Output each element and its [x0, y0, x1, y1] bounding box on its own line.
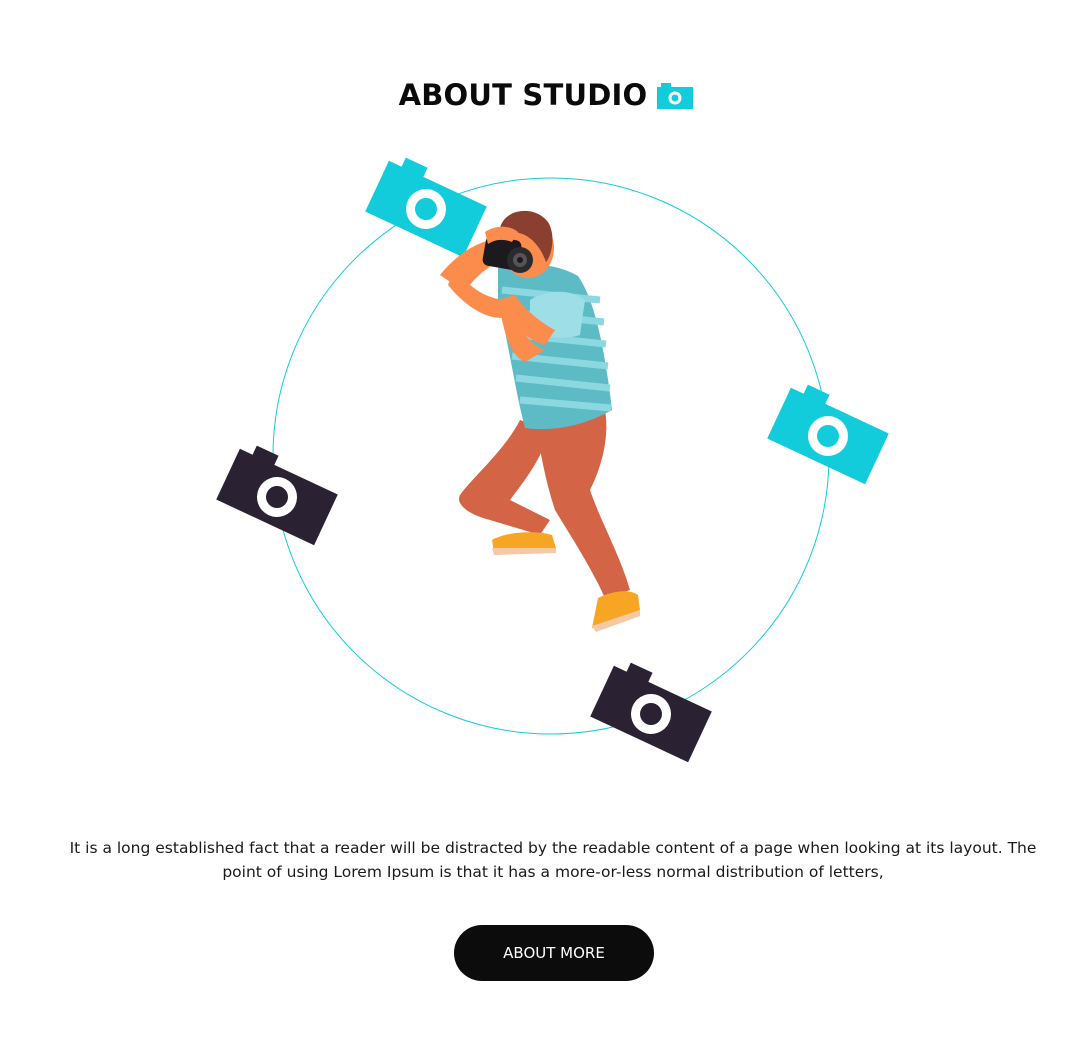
camera-icon	[365, 157, 487, 258]
camera-icon	[216, 445, 338, 546]
photographer-figure	[440, 210, 640, 632]
camera-icon	[590, 662, 712, 763]
camera-icon	[767, 384, 889, 485]
studio-illustration	[0, 0, 1092, 800]
about-description: It is a long established fact that a rea…	[69, 839, 1037, 881]
illustration-canvas	[216, 157, 889, 763]
about-more-button[interactable]: ABOUT MORE	[454, 925, 654, 981]
